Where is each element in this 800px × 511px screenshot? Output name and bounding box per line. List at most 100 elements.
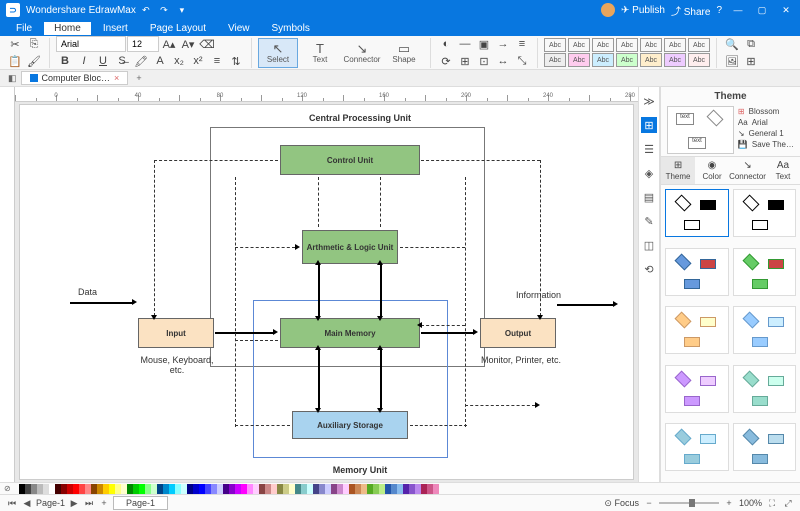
dash-mem-right[interactable] xyxy=(421,325,465,326)
shadow-icon[interactable]: ▣ xyxy=(475,36,493,52)
fill-icon[interactable]: ◐ xyxy=(437,36,455,52)
align-icon[interactable]: ⊞ xyxy=(456,53,474,69)
history-icon[interactable]: ⟲ xyxy=(641,261,657,277)
shape-style-11[interactable]: Abc xyxy=(616,53,638,67)
share-button[interactable]: ⤴ Share xyxy=(671,3,710,18)
close-tab-icon[interactable]: × xyxy=(114,73,119,83)
line-icon[interactable]: — xyxy=(456,36,474,52)
control-unit-shape[interactable]: Control Unit xyxy=(280,145,420,175)
shape-style-2[interactable]: Abc xyxy=(568,38,590,52)
focus-mode[interactable]: ⊙ Focus xyxy=(604,498,639,509)
arrow-alu-mem-1[interactable] xyxy=(318,265,320,317)
dash-inner-left[interactable] xyxy=(235,177,236,427)
shrink-font-icon[interactable]: A▾ xyxy=(179,36,197,52)
shape-style-4[interactable]: Abc xyxy=(616,38,638,52)
pages-panel-icon[interactable]: ▤ xyxy=(641,189,657,205)
underline-icon[interactable]: U xyxy=(94,53,112,69)
dash-to-alu-right[interactable] xyxy=(400,247,465,248)
group-icon[interactable]: ⊡ xyxy=(475,53,493,69)
properties-icon[interactable]: ☰ xyxy=(641,141,657,157)
arrow-data-input[interactable] xyxy=(70,302,132,304)
theme-item[interactable] xyxy=(733,248,797,296)
rp-tab-connector[interactable]: ↘Connector xyxy=(729,157,766,184)
zoom-out-icon[interactable]: − xyxy=(643,497,655,509)
theme-item[interactable] xyxy=(665,423,729,471)
redo-icon[interactable]: ↷ xyxy=(156,2,172,18)
shapes-icon[interactable]: ◫ xyxy=(641,237,657,253)
shape-tool[interactable]: ▭Shape xyxy=(384,38,424,68)
last-page-icon[interactable]: ⏭ xyxy=(83,497,95,509)
theme-item[interactable] xyxy=(665,189,729,237)
arrow-input-memory[interactable] xyxy=(215,332,273,334)
arrow-mem-aux-2[interactable] xyxy=(380,349,382,409)
alu-shape[interactable]: Arthmetic & Logic Unit xyxy=(302,230,398,264)
prev-page-icon[interactable]: ◀ xyxy=(21,497,33,509)
menu-view[interactable]: View xyxy=(218,22,260,35)
font-color-icon[interactable]: A xyxy=(151,53,169,69)
rp-tab-theme[interactable]: ⊞Theme xyxy=(661,157,695,184)
shape-style-12[interactable]: Abc xyxy=(640,53,662,67)
shape-style-9[interactable]: Abc xyxy=(568,53,590,67)
dash-to-alu-left[interactable] xyxy=(235,247,295,248)
size-icon[interactable]: ⤡ xyxy=(513,53,531,69)
shape-style-1[interactable]: Abc xyxy=(544,38,566,52)
symbols-panel-toggle[interactable]: ◧ xyxy=(4,73,21,84)
image-icon[interactable]: 🖼 xyxy=(723,53,741,69)
italic-icon[interactable]: I xyxy=(75,53,93,69)
lineheight-icon[interactable]: ⇅ xyxy=(227,53,245,69)
avatar[interactable] xyxy=(601,3,615,17)
dash-bottom-left[interactable] xyxy=(235,425,290,426)
doc-tab[interactable]: Computer Bloc… × xyxy=(21,71,129,85)
undo-icon[interactable]: ↶ xyxy=(138,2,154,18)
font-select[interactable] xyxy=(56,36,126,52)
opt-arial[interactable]: AaArial xyxy=(738,117,794,128)
fullscreen-icon[interactable]: ⤢ xyxy=(782,497,794,509)
menu-file[interactable]: File xyxy=(6,22,42,35)
layers-panel-icon[interactable]: ◈ xyxy=(641,165,657,181)
dash-cu-down-l[interactable] xyxy=(318,177,319,227)
collapse-panel-icon[interactable]: ≫ xyxy=(641,93,657,109)
fit-page-icon[interactable]: ⛶ xyxy=(766,497,778,509)
publish-button[interactable]: ✈ Publish xyxy=(621,5,665,16)
text-tool[interactable]: TText xyxy=(300,38,340,68)
ctrl-dash-left-v[interactable] xyxy=(154,160,155,316)
bullets-icon[interactable]: ≡ xyxy=(208,53,226,69)
clear-format-icon[interactable]: ⌫ xyxy=(198,36,216,52)
opt-save[interactable]: 💾Save The… xyxy=(738,139,794,150)
zoom-in-icon[interactable]: + xyxy=(723,497,735,509)
input-shape[interactable]: Input xyxy=(138,318,214,348)
arrow-alu-mem-2[interactable] xyxy=(380,265,382,317)
theme-panel-icon[interactable]: ⊞ xyxy=(641,117,657,133)
save-icon[interactable]: ▾ xyxy=(174,2,190,18)
ctrl-dash-right-h[interactable] xyxy=(421,160,540,161)
first-page-icon[interactable]: ⏮ xyxy=(6,497,18,509)
shape-style-3[interactable]: Abc xyxy=(592,38,614,52)
output-shape[interactable]: Output xyxy=(480,318,556,348)
grow-font-icon[interactable]: A▴ xyxy=(160,36,178,52)
theme-item[interactable] xyxy=(733,306,797,354)
layers-icon[interactable]: ⧉ xyxy=(742,36,760,52)
theme-item[interactable] xyxy=(665,248,729,296)
add-page-icon[interactable]: + xyxy=(98,497,110,509)
table-icon[interactable]: ⊞ xyxy=(742,53,760,69)
theme-item[interactable] xyxy=(665,306,729,354)
shape-style-8[interactable]: Abc xyxy=(544,53,566,67)
subscript-icon[interactable]: x₂ xyxy=(170,53,188,69)
select-tool[interactable]: ↖Select xyxy=(258,38,298,68)
superscript-icon[interactable]: x² xyxy=(189,53,207,69)
distribute-icon[interactable]: ↔ xyxy=(494,53,512,69)
ctrl-dash-right-v[interactable] xyxy=(540,160,541,316)
dash-mem-left[interactable] xyxy=(235,340,278,341)
comments-icon[interactable]: ✎ xyxy=(641,213,657,229)
format-painter-icon[interactable]: 🖌 xyxy=(25,53,43,69)
copy-icon[interactable]: ⎘ xyxy=(25,36,43,52)
dash-out-right[interactable] xyxy=(465,405,535,406)
minimize-icon[interactable]: — xyxy=(730,2,746,18)
connector-tool[interactable]: ↘Connector xyxy=(342,38,382,68)
page-tab[interactable]: Page-1 xyxy=(113,496,168,510)
dash-cu-down-r[interactable] xyxy=(380,177,381,227)
theme-item[interactable] xyxy=(665,365,729,413)
zoom-slider[interactable] xyxy=(659,502,719,504)
arrow-style-icon[interactable]: → xyxy=(494,36,512,52)
add-tab-button[interactable]: + xyxy=(132,73,145,83)
